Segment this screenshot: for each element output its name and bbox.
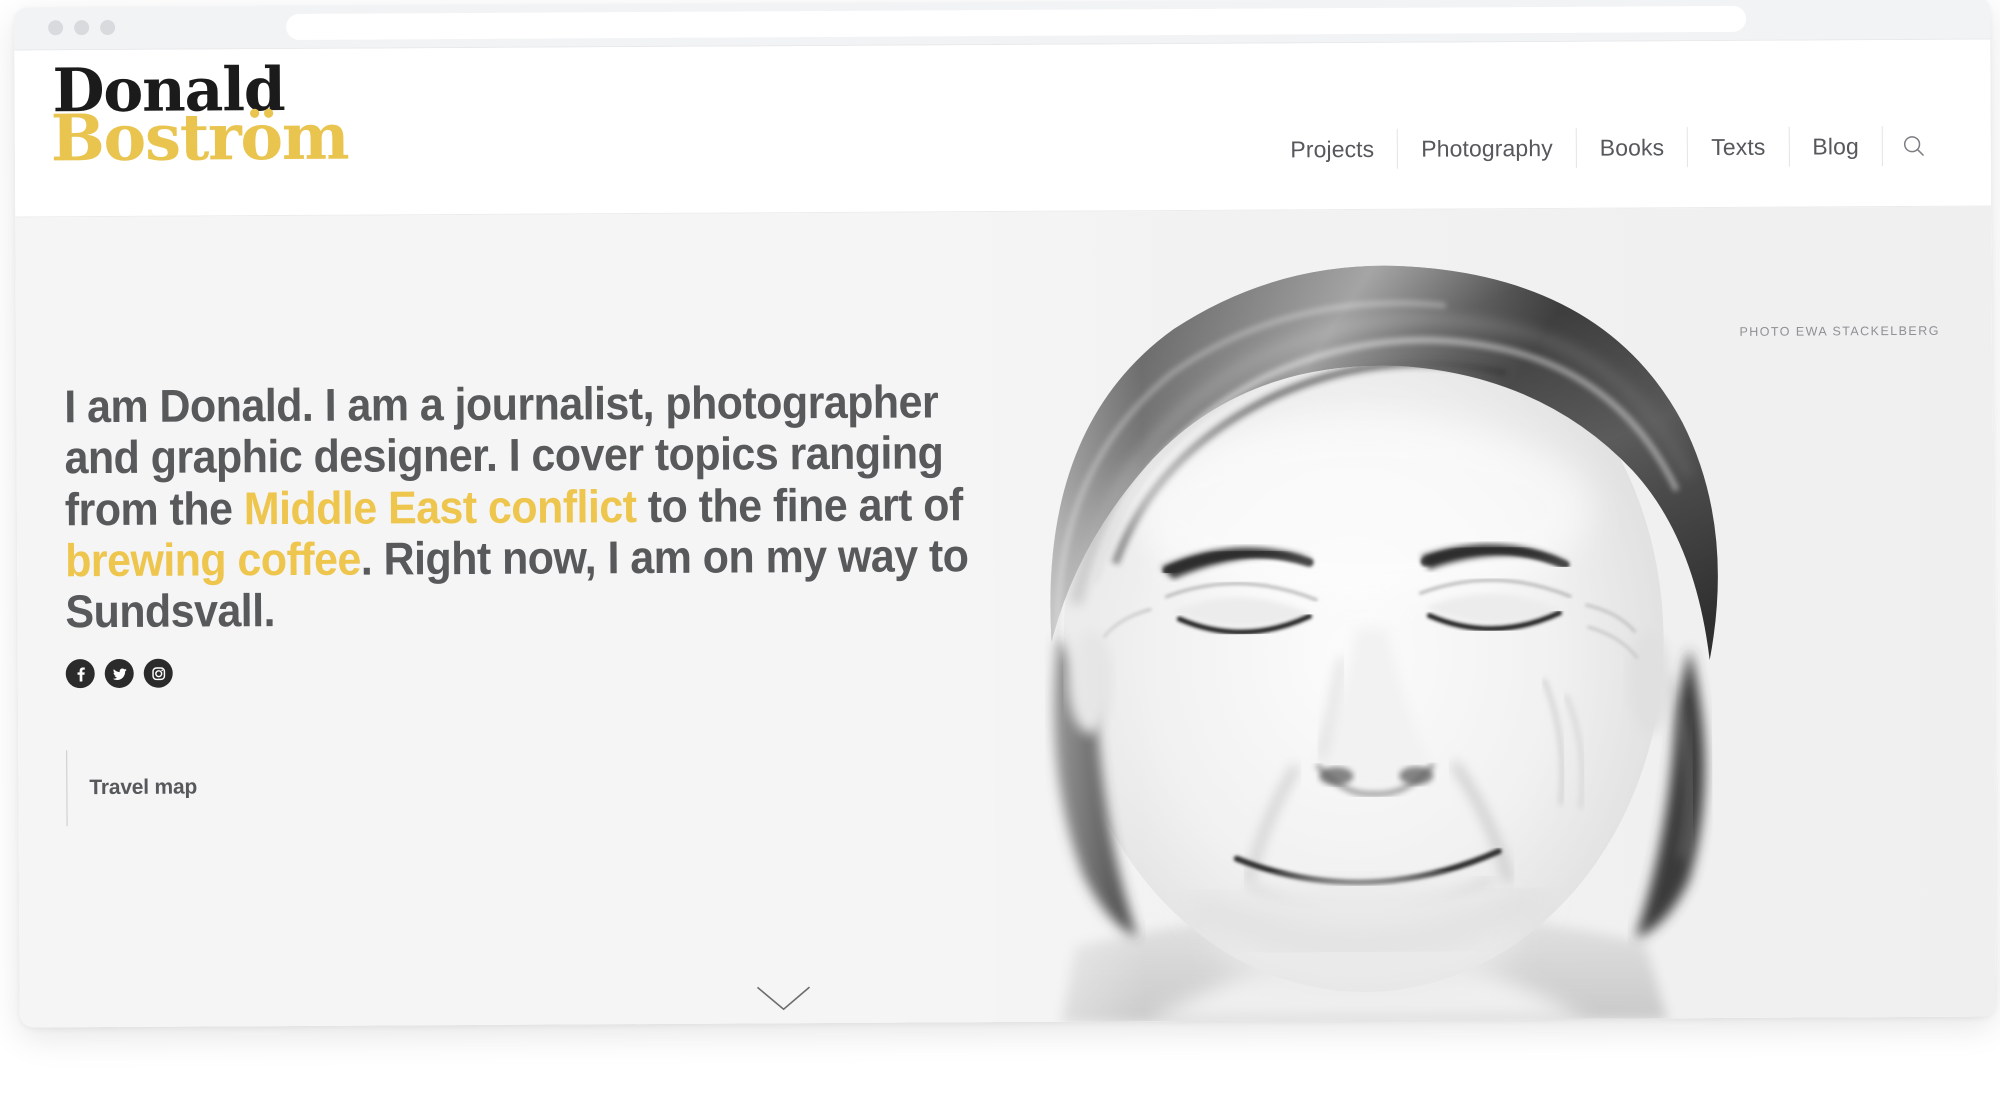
hero-text-block: I am Donald. I am a journalist, photogra… [15, 212, 1066, 827]
screenshot-root: Donald Boström Projects Photography Book… [0, 0, 2000, 1097]
photo-credit: PHOTO EWA STACKELBERG [1739, 323, 1940, 339]
browser-window: Donald Boström Projects Photography Book… [14, 0, 1996, 1028]
address-bar[interactable] [286, 5, 1747, 40]
instagram-icon[interactable] [143, 659, 173, 689]
zoom-dot[interactable] [100, 19, 116, 36]
address-bar-text [286, 6, 1746, 14]
page-viewport: Donald Boström Projects Photography Book… [14, 39, 1996, 1028]
nav-item-projects[interactable]: Projects [1267, 129, 1397, 170]
travel-map-label: Travel map [89, 775, 198, 800]
hero-section: PHOTO EWA STACKELBERG I am Donald. I am … [15, 206, 1996, 1028]
headline-part-2: to the fine art of [636, 477, 975, 532]
minimize-dot[interactable] [74, 20, 90, 36]
hero-headline: I am Donald. I am a journalist, photogra… [63, 212, 1000, 638]
nav-item-blog[interactable]: Blog [1788, 126, 1882, 167]
headline-link-brewing-coffee[interactable]: brewing coffee [65, 532, 361, 586]
nav-item-texts[interactable]: Texts [1687, 126, 1789, 168]
logo-line-second: Boström [50, 99, 349, 176]
window-traffic-lights [48, 19, 116, 36]
site-logo[interactable]: Donald Boström [50, 55, 381, 196]
travel-map-link[interactable]: Travel map [66, 749, 350, 827]
search-icon[interactable] [1881, 125, 1945, 167]
headline-link-middle-east[interactable]: Middle East conflict [244, 480, 637, 534]
social-links [65, 654, 1066, 689]
close-dot[interactable] [48, 20, 64, 36]
site-header: Donald Boström Projects Photography Book… [14, 39, 1992, 218]
facebook-icon[interactable] [65, 659, 95, 689]
nav-item-books[interactable]: Books [1575, 127, 1688, 168]
nav-item-photography[interactable]: Photography [1397, 127, 1576, 169]
twitter-icon[interactable] [104, 659, 134, 689]
main-navigation: Projects Photography Books Texts Blog [1267, 125, 1945, 170]
chevron-down-icon[interactable] [753, 983, 813, 1013]
